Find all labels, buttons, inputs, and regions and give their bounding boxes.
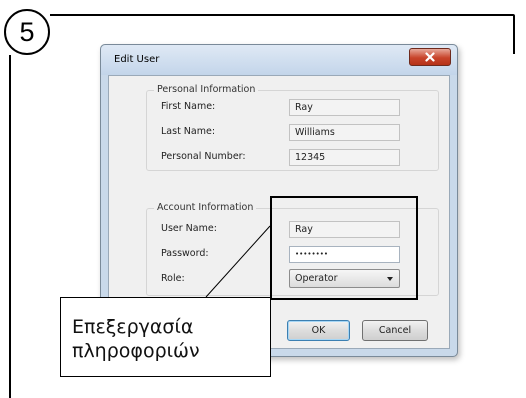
callout-line-2: πληροφοριών: [72, 340, 200, 362]
callout-line-1: Επεξεργασία: [72, 316, 194, 338]
callout-box: Επεξεργασία πληροφοριών: [60, 297, 271, 377]
